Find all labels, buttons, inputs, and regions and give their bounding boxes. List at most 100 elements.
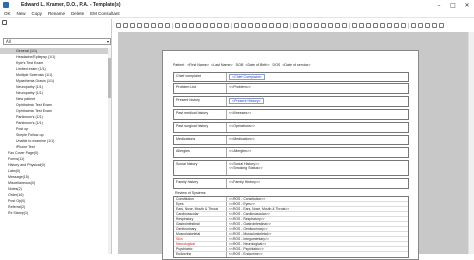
ros-field[interactable]: <<ROS - Cardiovascular>>	[227, 212, 408, 216]
toolbar-button-icon[interactable]	[328, 23, 333, 28]
smoking-status-field[interactable]: <<Smoking Status>>	[229, 166, 406, 170]
last-name-field[interactable]: <Last Name>	[211, 63, 233, 67]
ros-label: Skin	[174, 237, 227, 241]
menu-em-consultant[interactable]: EM Consultant	[90, 11, 120, 16]
ros-label: Respiratory	[174, 217, 227, 221]
toolbar-button-icon[interactable]	[425, 23, 430, 28]
toolbar-button-icon[interactable]	[175, 23, 180, 28]
toolbar-button-icon[interactable]	[321, 23, 326, 28]
problem-list-field[interactable]: <<Problem>>	[227, 84, 408, 93]
toolbar-button-icon[interactable]	[224, 23, 229, 28]
ros-label: Ears, Nose, Mouth & Throat	[174, 207, 227, 211]
family-history-table: Family history <<Family History>>	[173, 178, 409, 189]
ros-field[interactable]: <<ROS - Respiratory>>	[227, 217, 408, 221]
menu-rename[interactable]: Rename	[48, 11, 65, 16]
ros-field[interactable]: <<ROS - Psychiatric>>	[227, 247, 408, 251]
ros-field[interactable]: <<ROS - Endocrine>>	[227, 252, 408, 257]
toolbar-button-icon[interactable]	[116, 23, 121, 28]
toolbar-button-icon[interactable]	[432, 23, 437, 28]
ros-table: Constitution <<ROS - Constitution>> Eyes <<…	[173, 196, 409, 258]
past-medical-field[interactable]: <<Illnesses>>	[227, 110, 408, 119]
toolbar-button-icon[interactable]	[130, 23, 135, 28]
toolbar-button-icon[interactable]	[359, 23, 364, 28]
toolbar-button-icon[interactable]	[241, 23, 246, 28]
toolbar-button-icon[interactable]	[210, 23, 215, 28]
toolbar-button-icon[interactable]	[217, 23, 222, 28]
toolbar-button-icon[interactable]	[300, 23, 305, 28]
toolbar-button-icon[interactable]	[418, 23, 423, 28]
problem-list-label: Problem List	[174, 84, 227, 93]
toolbar-button-icon[interactable]	[123, 23, 128, 28]
ros-field[interactable]: <<ROS - Eyes>>	[227, 202, 408, 206]
first-name-field[interactable]: <First Name>	[187, 63, 209, 67]
chevron-down-icon: ▾	[106, 39, 109, 44]
toolbar-button-icon[interactable]	[373, 23, 378, 28]
template-page: Patient <First Name> <Last Name> DOB <Da…	[162, 50, 419, 260]
toolbar-button-icon[interactable]	[269, 23, 274, 28]
toolbar-button-icon[interactable]	[439, 23, 444, 28]
ros-field[interactable]: <<ROS - Ears, Nose, Mouth & Throat>>	[227, 207, 408, 211]
toolbar-button-icon[interactable]	[307, 23, 312, 28]
social-history-table: Social history <<Social History>> <<Smokin…	[173, 160, 409, 176]
window-title: Edward L. Kramer, D.O., P.A. - Template(…	[21, 2, 121, 8]
present-history-label: Present history	[174, 97, 227, 106]
toolbar-button-icon[interactable]	[366, 23, 371, 28]
toolbar-button-icon[interactable]	[151, 23, 156, 28]
ros-field[interactable]: <<ROS - Integumentary>>	[227, 237, 408, 241]
toolbar-button-icon[interactable]	[314, 23, 319, 28]
past-surgical-field[interactable]: <<Operations>>	[227, 123, 408, 132]
dob-field[interactable]: <Date of Birth>	[245, 63, 269, 67]
toolbar-button-icon[interactable]	[276, 23, 281, 28]
present-history-field[interactable]: <Present History>	[229, 98, 264, 104]
ros-field[interactable]: <<ROS - Neurological>>	[227, 242, 408, 246]
tree-item[interactable]: Rx Stamp(1)	[0, 210, 110, 216]
toolbar-button-icon[interactable]	[234, 23, 239, 28]
toolbar-button-icon[interactable]	[165, 23, 170, 28]
toolbar-button-icon[interactable]	[335, 23, 340, 28]
maximize-button[interactable]: □	[446, 0, 460, 10]
category-dropdown[interactable]: All ▾	[3, 38, 111, 45]
dos-field[interactable]: <Date of service>	[282, 63, 310, 67]
toolbar-button-icon[interactable]	[158, 23, 163, 28]
close-button[interactable]: ✕	[460, 0, 474, 10]
toolbar-button-icon[interactable]	[137, 23, 142, 28]
chief-complaint-field[interactable]: <Chief Complaint>	[229, 74, 265, 80]
toolbar-button-icon[interactable]	[182, 23, 187, 28]
toolbar-button-icon[interactable]	[380, 23, 385, 28]
allergies-field[interactable]: <<Allergies>>	[227, 148, 408, 157]
category-dropdown-value: All	[6, 39, 11, 44]
menu-delete[interactable]: Delete	[71, 11, 84, 16]
app-icon	[3, 2, 9, 8]
scrollbar-thumb[interactable]	[108, 58, 111, 98]
medications-label: Medications	[174, 136, 227, 144]
toolbar-button-icon[interactable]	[387, 23, 392, 28]
ros-field[interactable]: <<ROS - Musculoskeletal>>	[227, 232, 408, 236]
family-history-field[interactable]: <<Family History>>	[227, 179, 408, 188]
toolbar-button-icon[interactable]	[189, 23, 194, 28]
toolbar-button-icon[interactable]	[255, 23, 260, 28]
toolbar-button-icon[interactable]	[293, 23, 298, 28]
ros-field[interactable]: <<ROS - Constitution>>	[227, 197, 408, 201]
document-scrollbar[interactable]	[468, 32, 474, 254]
toolbar-button-icon[interactable]	[411, 23, 416, 28]
toolbar-button-icon[interactable]	[352, 23, 357, 28]
medications-field[interactable]: <<Medication>>	[227, 136, 408, 144]
toolbar-button-icon[interactable]	[196, 23, 201, 28]
toolbar-separator	[290, 22, 291, 29]
toolbar-button-icon[interactable]	[394, 23, 399, 28]
toolbar-button-icon[interactable]	[283, 23, 288, 28]
menu-new[interactable]: New	[17, 11, 26, 16]
tree-scrollbar[interactable]	[108, 48, 111, 254]
toolbar-button-icon[interactable]	[262, 23, 267, 28]
ros-field[interactable]: <<ROS - Genitourinary>>	[227, 227, 408, 231]
toolbar-button-icon[interactable]	[144, 23, 149, 28]
toolbar-button-icon[interactable]	[203, 23, 208, 28]
menu-ok[interactable]: OK	[4, 11, 11, 16]
toolbar-button-icon[interactable]	[342, 23, 347, 28]
menu-copy[interactable]: Copy	[32, 11, 43, 16]
toolbar-button-icon[interactable]	[248, 23, 253, 28]
toolbar-button-icon[interactable]	[401, 23, 406, 28]
toolbar-icon[interactable]	[2, 20, 7, 25]
ros-field[interactable]: <<ROS - Gastrointestinal>>	[227, 222, 408, 226]
minimize-button[interactable]: –	[432, 0, 446, 10]
